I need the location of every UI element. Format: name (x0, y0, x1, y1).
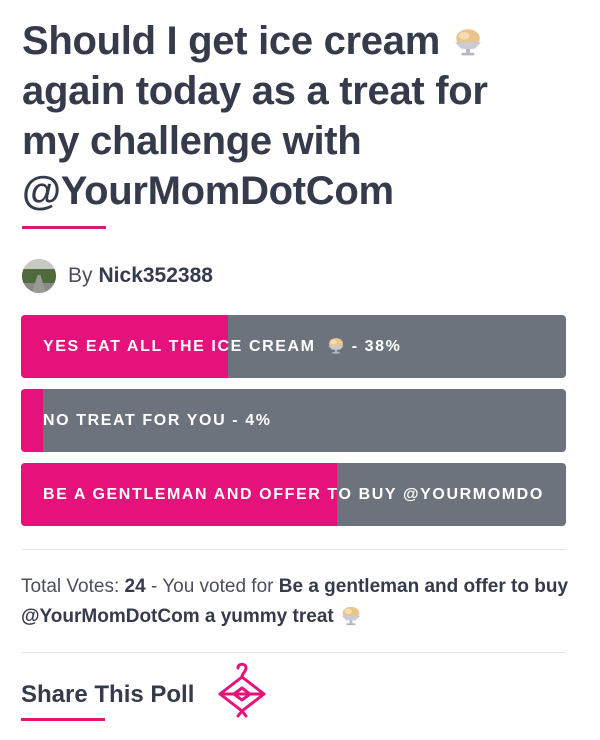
total-votes-count: 24 (124, 576, 146, 597)
voted-for-prefix: - You voted for (150, 576, 274, 597)
poll-title: Should I get ice cream again today as a … (22, 16, 582, 216)
ice-cream-icon (327, 338, 344, 354)
poll-title-line-1: Should I get ice cream (22, 19, 440, 63)
poll-option-label: BE A GENTLEMAN AND OFFER TO BUY @YOURMOM… (43, 486, 544, 503)
divider (21, 549, 566, 550)
share-underline (21, 718, 105, 721)
ice-cream-icon (341, 606, 361, 626)
poll-option-1-percent: - 38% (345, 338, 402, 355)
author-prefix: By (68, 264, 93, 287)
poll-option-fill (21, 389, 43, 452)
avatar[interactable] (22, 259, 56, 293)
author-row[interactable]: By Nick352388 (22, 258, 213, 294)
divider (21, 652, 566, 653)
poll-results-summary: Total Votes: 24 - You voted for Be a gen… (21, 572, 576, 632)
hanger-bow-icon[interactable] (214, 660, 270, 718)
author-name[interactable]: Nick352388 (99, 264, 213, 287)
share-title: Share This Poll (21, 681, 195, 708)
poll-option-1-text: YES EAT ALL THE ICE CREAM (43, 338, 316, 355)
poll-option-3[interactable]: BE A GENTLEMAN AND OFFER TO BUY @YOURMOM… (21, 463, 566, 526)
poll-title-line-3: my challenge with (22, 119, 362, 163)
poll-option-label: YES EAT ALL THE ICE CREAM - 38% (43, 315, 402, 378)
ice-cream-icon (454, 29, 481, 56)
share-section: Share This Poll (21, 662, 270, 718)
author-byline: By Nick352388 (68, 264, 213, 288)
poll-option-2[interactable]: NO TREAT FOR YOU - 4% (21, 389, 566, 452)
poll-title-line-2: again today as a treat for (22, 69, 488, 113)
poll-option-label: NO TREAT FOR YOU - 4% (43, 412, 272, 429)
poll-option-1[interactable]: YES EAT ALL THE ICE CREAM - 38% (21, 315, 566, 378)
poll-title-line-4: @YourMomDotCom (22, 169, 394, 213)
title-underline (22, 226, 106, 229)
total-votes-label: Total Votes: (21, 576, 120, 597)
